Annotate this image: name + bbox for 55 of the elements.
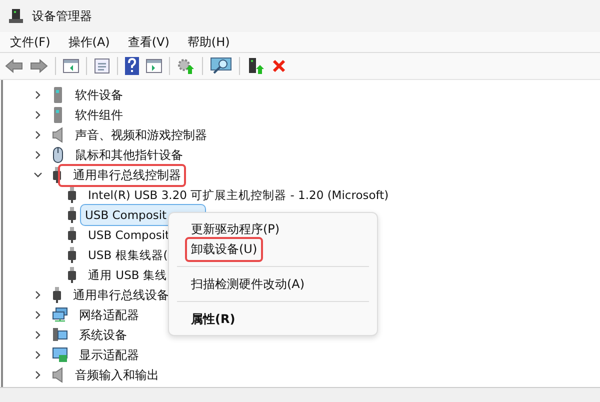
tree-item[interactable]: Intel(R) USB 3.20 可扩展主机控制器 - 1.20 (Microsoft) bbox=[83, 184, 394, 206]
usb-plug-icon bbox=[67, 247, 77, 263]
expand-chevron-icon[interactable] bbox=[34, 351, 42, 359]
speaker-icon bbox=[52, 367, 64, 383]
console-tree-icon[interactable] bbox=[63, 59, 79, 73]
computer-icon bbox=[8, 8, 24, 24]
display-card-icon bbox=[52, 347, 68, 363]
menu-item[interactable]: 操作(A) bbox=[68, 34, 110, 50]
usb-plug-icon bbox=[67, 187, 77, 203]
expand-chevron-icon[interactable] bbox=[34, 151, 42, 159]
expand-chevron-icon[interactable] bbox=[34, 371, 42, 379]
menu-item[interactable]: 扫描检测硬件改动(A) bbox=[185, 272, 311, 296]
usb-plug-icon bbox=[67, 267, 77, 283]
expand-chevron-icon[interactable] bbox=[34, 331, 42, 339]
mouse-icon bbox=[52, 147, 64, 163]
speaker-icon bbox=[52, 127, 64, 143]
usb-plug-icon bbox=[67, 227, 77, 243]
tree-item[interactable]: 声音、视频和游戏控制器 bbox=[70, 124, 212, 146]
tree-item[interactable]: 通用 USB 集线 bbox=[83, 264, 172, 286]
tree-item[interactable]: 系统设备 bbox=[74, 324, 132, 346]
menu-item[interactable]: 文件(F) bbox=[10, 34, 50, 50]
expand-chevron-icon[interactable] bbox=[34, 111, 42, 119]
tree-item[interactable]: 鼠标和其他指针设备 bbox=[70, 144, 188, 166]
computer-icon bbox=[52, 327, 68, 343]
panel-icon[interactable] bbox=[146, 59, 162, 73]
tree-item[interactable]: 软件设备 bbox=[70, 84, 128, 106]
properties-icon[interactable] bbox=[94, 58, 110, 74]
menu-item[interactable]: 属性(R) bbox=[185, 306, 242, 332]
tree-item[interactable]: 显示适配器 bbox=[74, 344, 144, 366]
close-icon[interactable] bbox=[272, 59, 286, 73]
expand-chevron-icon[interactable] bbox=[34, 131, 42, 139]
tree-item[interactable]: 网络适配器 bbox=[74, 304, 144, 326]
usb-plug-icon bbox=[67, 207, 77, 223]
device-icon bbox=[52, 107, 64, 123]
forward-icon[interactable] bbox=[30, 59, 48, 73]
expand-chevron-icon[interactable] bbox=[34, 311, 42, 319]
menu-item[interactable]: 卸载设备(U) bbox=[185, 236, 264, 262]
network-icon bbox=[52, 307, 68, 323]
help-icon[interactable] bbox=[125, 57, 139, 75]
usb-plug-icon bbox=[52, 287, 62, 303]
window-title: 设备管理器 bbox=[32, 8, 92, 24]
device-icon bbox=[52, 87, 64, 103]
usb-plug-icon bbox=[52, 167, 62, 183]
back-icon[interactable] bbox=[5, 59, 23, 73]
expand-chevron-icon[interactable] bbox=[34, 291, 42, 299]
computer-update-icon[interactable] bbox=[247, 57, 265, 75]
tree-item[interactable]: 通用串行总线控制器 bbox=[58, 164, 186, 186]
tree-item[interactable]: 音频输入和输出 bbox=[70, 364, 164, 386]
expand-chevron-icon[interactable] bbox=[34, 91, 42, 99]
gear-update-icon[interactable] bbox=[177, 57, 195, 75]
menu-item[interactable]: 帮助(H) bbox=[187, 34, 230, 50]
collapse-chevron-icon[interactable] bbox=[34, 171, 42, 179]
menu-item[interactable]: 查看(V) bbox=[128, 34, 170, 50]
monitor-search-icon[interactable] bbox=[210, 57, 232, 75]
tree-item[interactable]: 软件组件 bbox=[70, 104, 128, 126]
